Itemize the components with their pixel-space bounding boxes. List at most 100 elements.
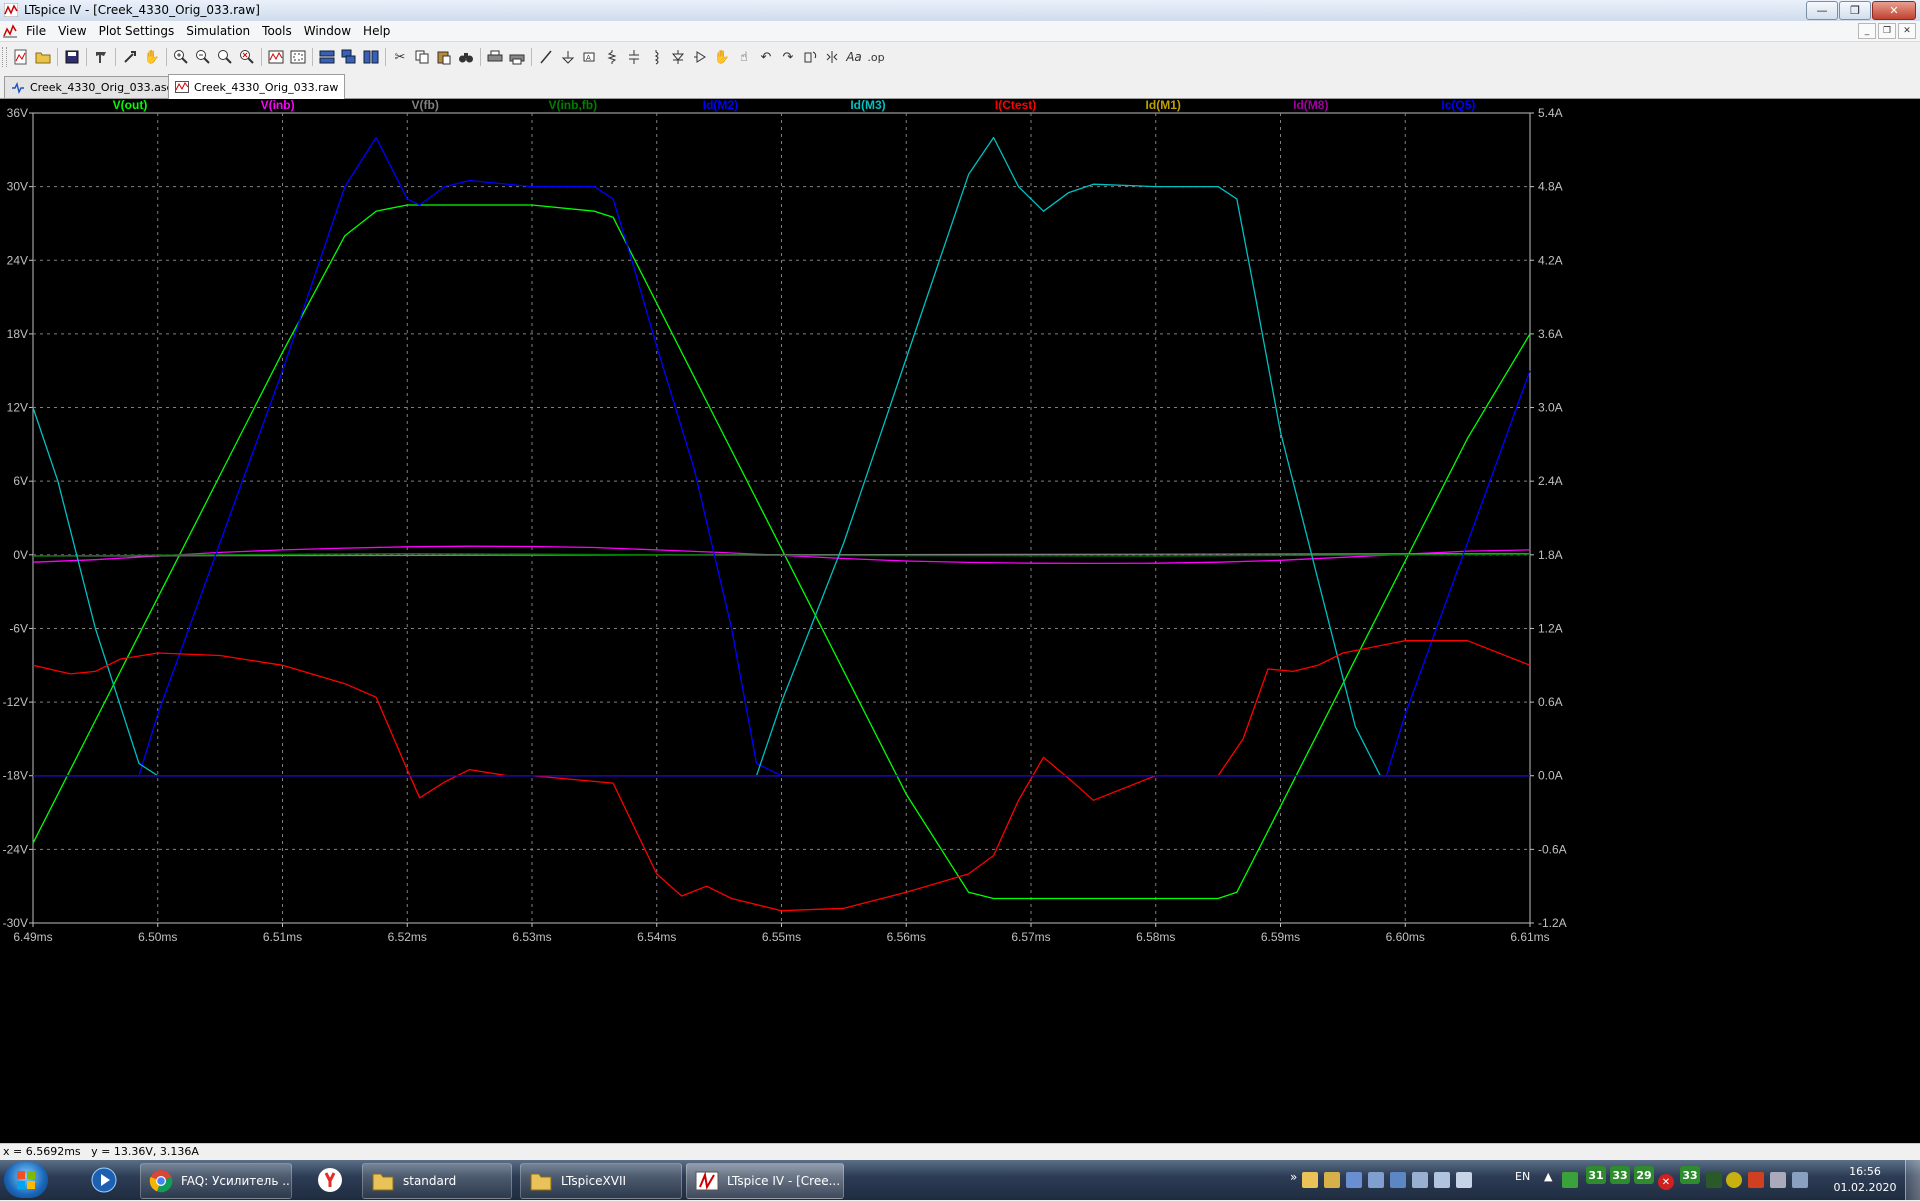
pan-icon[interactable]: ✋: [141, 47, 163, 67]
document-menu-icon[interactable]: [3, 24, 17, 38]
minimize-button[interactable]: —: [1806, 1, 1838, 20]
toolbar-grip[interactable]: [2, 47, 7, 67]
cpu-temp-3[interactable]: 29: [1634, 1166, 1654, 1184]
ground-icon[interactable]: [557, 47, 579, 67]
network-tray-icon[interactable]: [1390, 1172, 1406, 1188]
menu-simulation[interactable]: Simulation: [180, 23, 256, 39]
diode-icon[interactable]: [667, 47, 689, 67]
resistor-icon[interactable]: [601, 47, 623, 67]
copy-icon[interactable]: [411, 47, 433, 67]
y-right-tick-label: 2.4A: [1538, 474, 1563, 488]
print-preview-icon[interactable]: [506, 47, 528, 67]
yandex-icon[interactable]: [312, 1164, 348, 1196]
window-tray-icon[interactable]: [1368, 1172, 1384, 1188]
settings-tray-icon[interactable]: [1434, 1172, 1450, 1188]
media-player-icon[interactable]: [86, 1164, 122, 1196]
y-left-tick-label: 18V: [7, 327, 28, 341]
control-panel-icon[interactable]: [90, 47, 112, 67]
monitor-tray-icon[interactable]: [1412, 1172, 1428, 1188]
run-icon[interactable]: [119, 47, 141, 67]
task-ltspice[interactable]: LTspice IV - [Cree...: [686, 1163, 844, 1199]
menu-file[interactable]: File: [20, 23, 52, 39]
language-indicator[interactable]: EN: [1515, 1170, 1530, 1183]
redo-icon[interactable]: ↷: [777, 47, 799, 67]
legend-id-m2-: Id(M2): [703, 99, 738, 112]
waveform-svg[interactable]: 6.49ms 6.50ms 6.51ms 6.52ms 6.53ms 6.54ms 6.55…: [0, 99, 1920, 1143]
wire-icon[interactable]: [535, 47, 557, 67]
antivirus-tray-icon[interactable]: [1748, 1172, 1764, 1188]
display-tray-icon[interactable]: [1770, 1172, 1786, 1188]
cpu-temp-1[interactable]: 31: [1586, 1166, 1606, 1184]
cpu-temp-4[interactable]: 33: [1680, 1166, 1700, 1184]
zoom-cancel-icon[interactable]: [236, 47, 258, 67]
shield-tray-icon[interactable]: [1562, 1172, 1578, 1188]
text-icon[interactable]: Aa: [843, 47, 865, 67]
mdi-minimize-button[interactable]: _: [1858, 23, 1876, 39]
cascade-icon[interactable]: [338, 47, 360, 67]
zoom-full-icon[interactable]: [214, 47, 236, 67]
task-standard-folder[interactable]: standard: [362, 1163, 512, 1199]
error-tray-icon[interactable]: ✕: [1658, 1174, 1674, 1190]
show-hidden-icons-icon[interactable]: »: [1290, 1170, 1297, 1184]
autoscale-icon[interactable]: [265, 47, 287, 67]
mdi-close-button[interactable]: ✕: [1898, 23, 1916, 39]
y-right-tick-label: -1.2A: [1538, 916, 1567, 930]
find-icon[interactable]: [455, 47, 477, 67]
toolbar: ✋ ✂ A ✋ ☝ ↶ ↷ Aa .op: [0, 42, 1920, 74]
tab-waveform[interactable]: Creek_4330_Orig_033.raw: [168, 74, 346, 99]
mdi-restore-button[interactable]: ❐: [1878, 23, 1896, 39]
restore-button[interactable]: ❐: [1839, 1, 1871, 20]
tab-schematic[interactable]: Creek_4330_Orig_033.asc: [4, 76, 180, 98]
task-chrome[interactable]: FAQ: Усилитель ...: [140, 1163, 292, 1199]
zoom-out-icon[interactable]: [192, 47, 214, 67]
menu-plot-settings[interactable]: Plot Settings: [93, 23, 181, 39]
move-icon[interactable]: ✋: [711, 47, 733, 67]
folder-tray-icon[interactable]: [1302, 1172, 1318, 1188]
y-right-tick-label: 3.0A: [1538, 401, 1563, 415]
x-tick-label: 6.53ms: [512, 930, 551, 944]
legend-ic-q5-: Ic(Q5): [1441, 99, 1475, 112]
label-icon[interactable]: A: [579, 47, 601, 67]
update-tray-icon[interactable]: [1726, 1172, 1742, 1188]
legend-v-out-: V(out): [113, 99, 148, 112]
undo-icon[interactable]: ↶: [755, 47, 777, 67]
cut-icon[interactable]: ✂: [389, 47, 411, 67]
start-button[interactable]: [4, 1162, 48, 1198]
menu-view[interactable]: View: [52, 23, 92, 39]
cpu-temp-2[interactable]: 33: [1610, 1166, 1630, 1184]
new-schematic-icon[interactable]: [10, 47, 32, 67]
drive-tray-icon[interactable]: [1456, 1172, 1472, 1188]
menu-help[interactable]: Help: [357, 23, 396, 39]
save-icon[interactable]: [61, 47, 83, 67]
paste-icon[interactable]: [433, 47, 455, 67]
tab-schematic-label: Creek_4330_Orig_033.asc: [30, 81, 173, 94]
task-ltspice-label: LTspice IV - [Cree...: [727, 1174, 841, 1188]
tile-vertical-icon[interactable]: [360, 47, 382, 67]
open-icon[interactable]: [32, 47, 54, 67]
print-icon[interactable]: [484, 47, 506, 67]
show-desktop-button[interactable]: [1905, 1160, 1920, 1200]
close-button[interactable]: ✕: [1872, 1, 1916, 20]
volume-tray-icon[interactable]: [1792, 1172, 1808, 1188]
mirror-icon[interactable]: [821, 47, 843, 67]
capacitor-icon[interactable]: [623, 47, 645, 67]
zoom-in-icon[interactable]: [170, 47, 192, 67]
gpu-tray-icon[interactable]: [1706, 1172, 1722, 1188]
title-bar: LTspice IV - [Creek_4330_Orig_033.raw] —…: [0, 0, 1920, 22]
waveform-plot[interactable]: 6.49ms 6.50ms 6.51ms 6.52ms 6.53ms 6.54ms 6.55…: [0, 99, 1920, 1143]
spice-directive-icon[interactable]: .op: [865, 47, 887, 67]
task-ltspicexvii-folder[interactable]: LTspiceXVII: [520, 1163, 682, 1199]
component-icon[interactable]: [689, 47, 711, 67]
drag-icon[interactable]: ☝: [733, 47, 755, 67]
tray-arrow-icon[interactable]: ▲: [1544, 1170, 1552, 1183]
menu-window[interactable]: Window: [298, 23, 357, 39]
app-tray-icon[interactable]: [1346, 1172, 1362, 1188]
y-left-tick-label: -6V: [9, 621, 28, 635]
inductor-icon[interactable]: [645, 47, 667, 67]
menu-tools[interactable]: Tools: [256, 23, 298, 39]
tile-horizontal-icon[interactable]: [316, 47, 338, 67]
clock[interactable]: 16:56 01.02.2020: [1830, 1164, 1900, 1196]
document-tray-icon[interactable]: [1324, 1172, 1340, 1188]
rotate-icon[interactable]: [799, 47, 821, 67]
zoom-extents-icon[interactable]: [287, 47, 309, 67]
